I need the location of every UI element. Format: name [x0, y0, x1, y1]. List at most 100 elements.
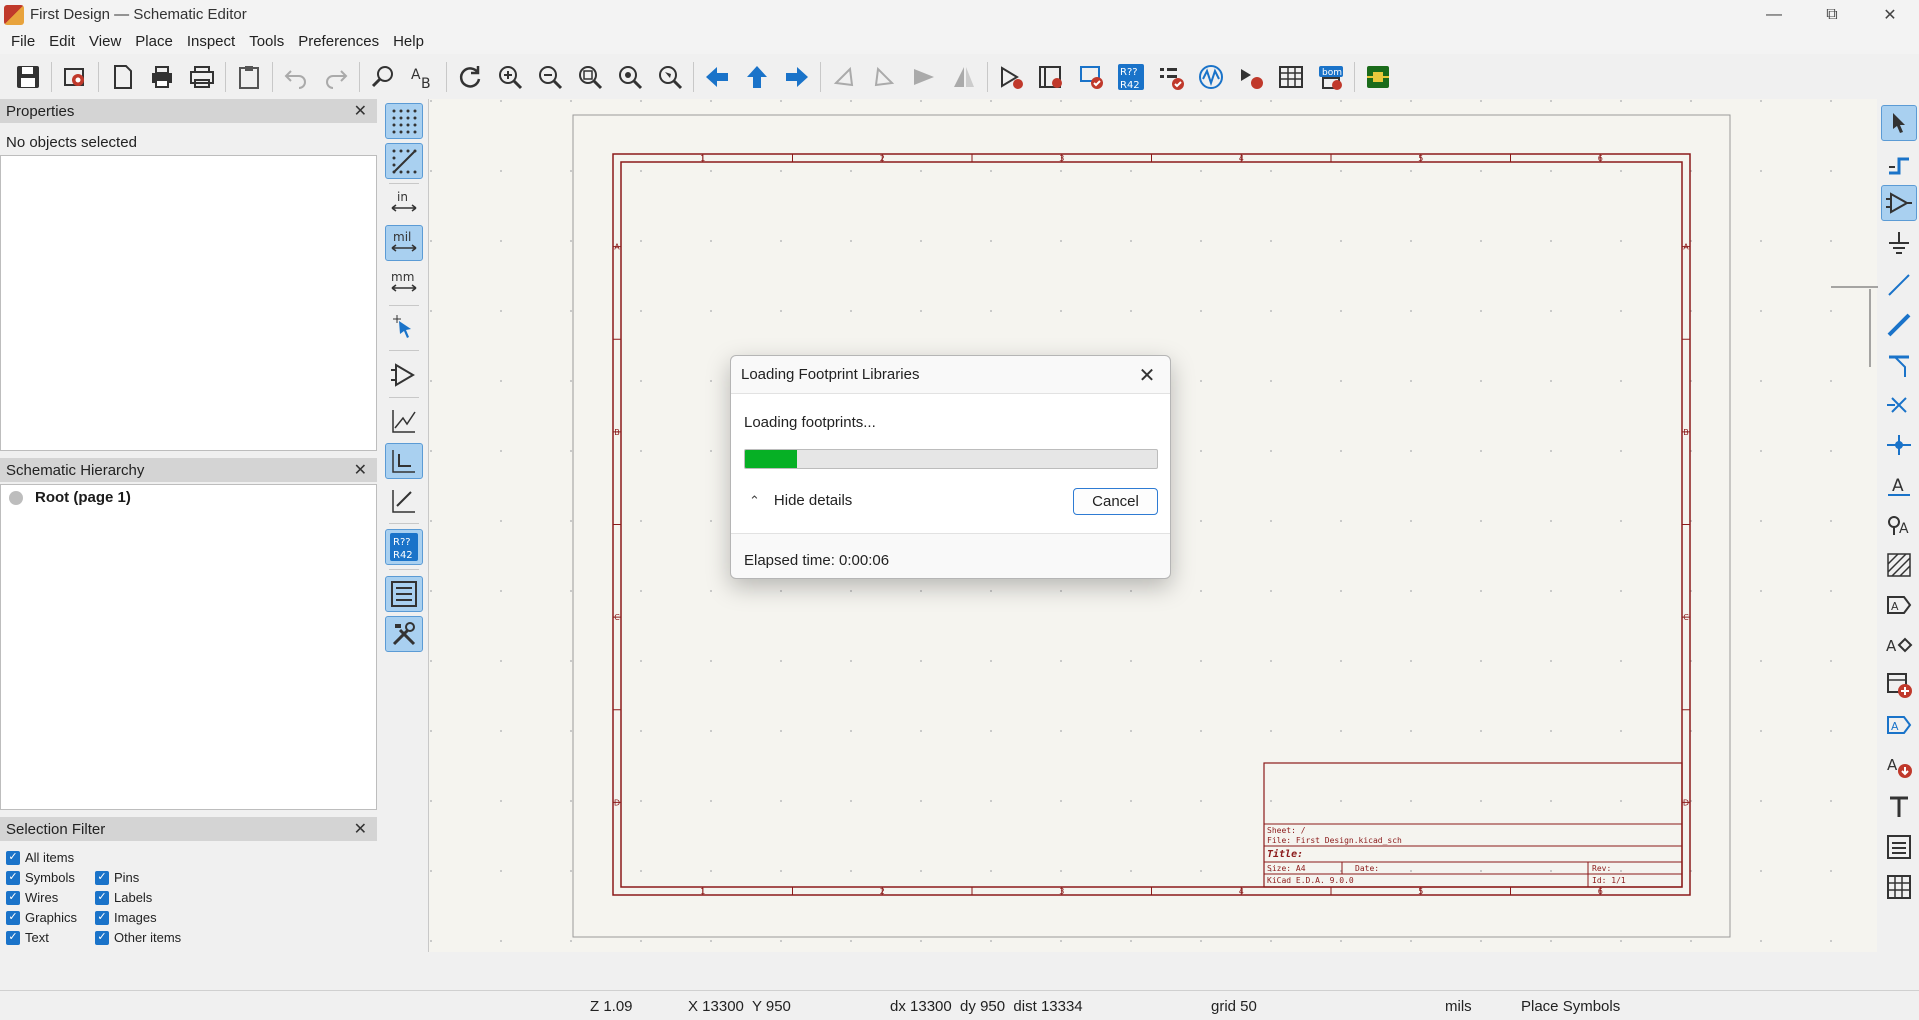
close-icon[interactable]: ✕ [354, 101, 367, 121]
line-mode-45-icon[interactable] [385, 483, 423, 519]
hierarchy-root-item[interactable]: Root (page 1) [1, 485, 376, 510]
checkbox-checked-icon[interactable]: ✓ [6, 850, 20, 865]
refresh-icon[interactable] [450, 57, 490, 97]
add-table-icon[interactable] [1881, 869, 1917, 905]
grid-override-icon[interactable] [385, 143, 423, 179]
show-pin-types-icon[interactable] [385, 357, 423, 393]
properties-manager-icon[interactable] [385, 616, 423, 652]
annotate-hidden-icon[interactable]: R?? R42 [385, 529, 423, 565]
mirror-vertical-icon[interactable] [904, 57, 944, 97]
mirror-horizontal-icon[interactable] [944, 57, 984, 97]
menu-file[interactable]: File [4, 33, 42, 50]
minimize-icon[interactable]: — [1745, 0, 1803, 29]
restore-icon[interactable]: ⧉ [1803, 0, 1861, 29]
import-sheet-pin-icon[interactable]: A [1881, 707, 1917, 743]
add-symbol-icon[interactable] [1881, 185, 1917, 221]
filter-all-items[interactable]: ✓ All items [6, 850, 74, 865]
checkbox-checked-icon[interactable]: ✓ [95, 930, 109, 945]
filter-labels[interactable]: ✓ Labels [95, 890, 152, 905]
symbol-fields-table-icon[interactable] [1271, 57, 1311, 97]
schematic-setup-icon[interactable] [55, 57, 95, 97]
checkbox-checked-icon[interactable]: ✓ [6, 870, 20, 885]
add-hierarchical-label-icon[interactable]: A [1881, 627, 1917, 663]
checkbox-checked-icon[interactable]: ✓ [6, 910, 20, 925]
close-icon[interactable]: ✕ [354, 460, 367, 480]
save-icon[interactable] [8, 57, 48, 97]
add-bus-entry-icon[interactable] [1881, 347, 1917, 383]
zoom-fit-icon[interactable] [570, 57, 610, 97]
add-rule-area-icon[interactable] [1881, 547, 1917, 583]
footprint-assign-icon[interactable] [1071, 57, 1111, 97]
add-junction-icon[interactable] [1881, 427, 1917, 463]
cursor-crosshair-icon[interactable] [385, 310, 423, 346]
rotate-cw-icon[interactable] [864, 57, 904, 97]
menu-tools[interactable]: Tools [242, 33, 291, 50]
zoom-objects-icon[interactable] [610, 57, 650, 97]
pcb-editor-icon[interactable] [1358, 57, 1398, 97]
edit-symbol-fields-icon[interactable] [1231, 57, 1271, 97]
hierarchy-navigator-icon[interactable] [385, 576, 423, 612]
checkbox-checked-icon[interactable]: ✓ [95, 910, 109, 925]
undo-icon[interactable] [276, 57, 316, 97]
page-settings-icon[interactable] [102, 57, 142, 97]
zoom-in-icon[interactable] [490, 57, 530, 97]
menu-preferences[interactable]: Preferences [291, 33, 386, 50]
filter-images[interactable]: ✓ Images [95, 910, 157, 925]
units-mils-button[interactable]: mil [385, 225, 423, 261]
units-inches-button[interactable]: in [385, 185, 423, 221]
navigate-up-icon[interactable] [737, 57, 777, 97]
rotate-ccw-icon[interactable] [824, 57, 864, 97]
navigate-back-icon[interactable] [697, 57, 737, 97]
hide-details-toggle[interactable]: ⌃ Hide details [749, 492, 852, 509]
add-hierarchical-sheet-icon[interactable] [1881, 667, 1917, 703]
menu-help[interactable]: Help [386, 33, 431, 50]
zoom-selection-icon[interactable] [650, 57, 690, 97]
filter-other-items[interactable]: ✓ Other items [95, 930, 181, 945]
add-text-icon[interactable] [1881, 789, 1917, 825]
import-graphics-icon[interactable]: A [1881, 747, 1917, 783]
grid-toggle-icon[interactable] [385, 103, 423, 139]
menu-inspect[interactable]: Inspect [180, 33, 242, 50]
symbol-library-browser-icon[interactable] [1031, 57, 1071, 97]
find-replace-icon[interactable]: AB [403, 57, 443, 97]
filter-wires[interactable]: ✓ Wires [6, 890, 58, 905]
checkbox-checked-icon[interactable]: ✓ [6, 890, 20, 905]
add-power-icon[interactable] [1881, 225, 1917, 261]
close-icon[interactable]: ✕ [1861, 0, 1919, 29]
add-global-label-icon[interactable]: A [1881, 587, 1917, 623]
find-icon[interactable] [363, 57, 403, 97]
bom-icon[interactable]: bom [1311, 57, 1351, 97]
filter-symbols[interactable]: ✓ Symbols [6, 870, 75, 885]
add-label-icon[interactable]: A [1881, 467, 1917, 503]
select-tool-icon[interactable] [1881, 105, 1917, 141]
line-mode-90-icon[interactable] [385, 443, 423, 479]
add-net-class-directive-icon[interactable]: A [1881, 507, 1917, 543]
simulator-icon[interactable] [1191, 57, 1231, 97]
checkbox-checked-icon[interactable]: ✓ [95, 870, 109, 885]
checkbox-checked-icon[interactable]: ✓ [95, 890, 109, 905]
filter-text[interactable]: ✓ Text [6, 930, 49, 945]
line-mode-free-icon[interactable] [385, 403, 423, 439]
add-wire-icon[interactable] [1881, 267, 1917, 303]
annotate-icon[interactable]: R?? R42 [1111, 57, 1151, 97]
close-icon[interactable]: ✕ [354, 819, 367, 839]
filter-pins[interactable]: ✓ Pins [95, 870, 139, 885]
close-icon[interactable]: ✕ [1132, 360, 1162, 390]
menu-edit[interactable]: Edit [42, 33, 82, 50]
symbol-editor-icon[interactable] [991, 57, 1031, 97]
add-textbox-icon[interactable] [1881, 829, 1917, 865]
checkbox-checked-icon[interactable]: ✓ [6, 930, 20, 945]
navigate-forward-icon[interactable] [777, 57, 817, 97]
zoom-out-icon[interactable] [530, 57, 570, 97]
menu-view[interactable]: View [82, 33, 128, 50]
print-icon[interactable] [142, 57, 182, 97]
paste-icon[interactable] [229, 57, 269, 97]
erc-icon[interactable] [1151, 57, 1191, 97]
no-connect-icon[interactable] [1881, 387, 1917, 423]
plot-icon[interactable] [182, 57, 222, 97]
add-bus-icon[interactable] [1881, 307, 1917, 343]
units-mm-button[interactable]: mm [385, 265, 423, 301]
menu-place[interactable]: Place [128, 33, 180, 50]
highlight-net-icon[interactable] [1881, 145, 1917, 181]
filter-graphics[interactable]: ✓ Graphics [6, 910, 77, 925]
